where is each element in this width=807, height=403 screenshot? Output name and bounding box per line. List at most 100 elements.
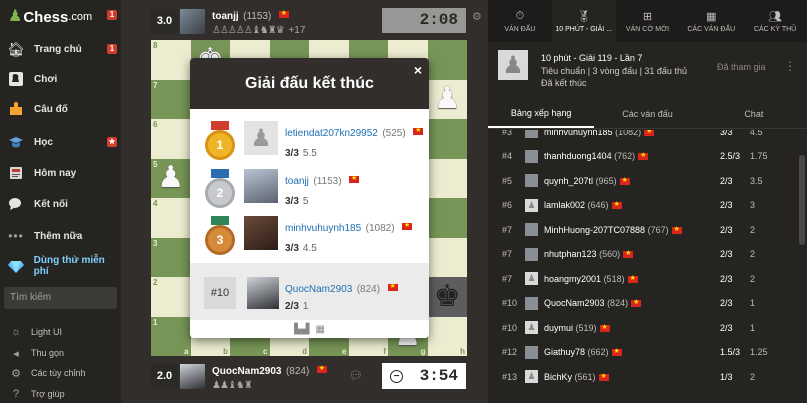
my-name[interactable]: QuocNam2903	[285, 284, 352, 295]
more-options-icon[interactable]: ⋮	[784, 59, 796, 73]
sidebar-item-learn[interactable]: Học ★	[0, 129, 121, 155]
plus-icon: ⊞	[642, 10, 653, 23]
standing-tiebreak: 2	[750, 371, 756, 382]
tab-tournament[interactable]: 🏅︎ 10 PHÚT - GIẢI ...	[551, 0, 616, 42]
light-ui-toggle[interactable]: ☼ Light UI	[0, 323, 121, 341]
standing-player[interactable]: MinhHuong-207TC07888 (767)	[544, 224, 682, 236]
sidebar-item-home[interactable]: 🏠︎ Trang chủ 1	[0, 36, 121, 62]
standings-row[interactable]: #4 thanhduong1404 (762) 2.5/3 1.75	[488, 145, 799, 168]
file-label: f	[383, 347, 386, 356]
sidebar-item-label: Dùng thử miễn phí	[33, 255, 105, 277]
standings-row[interactable]: #5 quynh_207tl (965) 2/3 3.5	[488, 169, 799, 192]
tab-chat[interactable]: Chat	[701, 99, 807, 128]
board-square[interactable]	[427, 158, 467, 198]
tab-game[interactable]: ⏱︎ VÁN ĐẤU	[488, 0, 552, 42]
sidebar-item-puzzles[interactable]: Câu đố	[0, 96, 121, 122]
board-square[interactable]: ♟	[427, 79, 468, 120]
tournament-title: 10 phút - Giải 119 - Lần 7	[541, 53, 643, 63]
board-square[interactable]: ♚	[427, 277, 468, 317]
standing-player[interactable]: nhutphan123 (560)	[544, 248, 634, 260]
standing-avatar	[525, 247, 538, 261]
board-icon[interactable]: ▦	[315, 324, 324, 335]
board-square[interactable]: 1a	[151, 316, 191, 356]
standings-row[interactable]: #3 minhvuhuynh185 (1082) 3/3 4.5	[488, 130, 799, 143]
podium-third-name[interactable]: minhvuhuynh185	[285, 223, 361, 234]
board-square[interactable]: 4	[151, 198, 191, 238]
tab-standings[interactable]: Bảng xếp hạng	[488, 99, 595, 128]
standing-player[interactable]: duymui (519)	[544, 322, 610, 334]
standings-row[interactable]: #7 nhutphan123 (560) 2/3 2	[488, 243, 799, 266]
standing-player[interactable]: quynh_207tl (965)	[544, 175, 630, 187]
standing-player[interactable]: Giathuy78 (662)	[544, 346, 622, 358]
standing-player[interactable]: BichKy (561)	[544, 371, 609, 383]
sidebar-item-play[interactable]: Chơi	[0, 66, 121, 92]
board-square[interactable]	[427, 198, 467, 238]
board-square[interactable]	[427, 119, 467, 159]
tab-games-list[interactable]: Các ván đấu	[594, 99, 700, 128]
standings-row[interactable]: #10 ♟ duymui (519) 2/3 1	[488, 316, 799, 339]
vietnam-flag-icon	[599, 322, 610, 334]
tab-label: 10 PHÚT - GIẢI ...	[555, 25, 613, 33]
board-square[interactable]: h	[427, 316, 467, 356]
chat-icon[interactable]: 💬︎	[349, 369, 363, 382]
white-pawn-piece[interactable]: ♟	[428, 80, 468, 120]
standing-tiebreak: 3.5	[750, 175, 763, 186]
standings-scrollbar[interactable]	[799, 155, 805, 245]
podium-icon[interactable]: ▙▟	[294, 324, 309, 335]
standing-player[interactable]: thanhduong1404 (762)	[544, 150, 649, 162]
podium-second-name[interactable]: toanjj	[285, 176, 309, 187]
tournament-status: Đã kết thúc	[541, 78, 587, 88]
standing-player[interactable]: QuocNam2903 (824)	[544, 297, 642, 309]
standings-row[interactable]: #7 ♟ hoangmy2001 (518) 2/3 2	[488, 267, 799, 290]
my-avatar	[247, 277, 279, 309]
podium-third: 3 minhvuhuynh185 (1082) 3/34.5	[190, 210, 429, 268]
board-square[interactable]	[427, 237, 467, 277]
collapse-toggle[interactable]: ◂ Thu gọn	[0, 344, 121, 362]
chess-com-logo[interactable]: ♟ Chess .com	[8, 6, 92, 28]
search-input[interactable]: Tìm kiếm	[4, 287, 117, 309]
standing-tiebreak: 2	[750, 273, 756, 284]
top-player-avatar[interactable]	[180, 8, 205, 34]
help-link[interactable]: ? Trợ giúp	[0, 385, 121, 403]
board-square[interactable]: 2	[151, 277, 191, 317]
podium-first-name[interactable]: letiendat207kn29952	[285, 128, 378, 139]
timer-icon: −	[390, 369, 403, 383]
bottom-player-avatar[interactable]	[180, 363, 205, 389]
bottom-player-name[interactable]: QuocNam2903	[212, 366, 281, 377]
sidebar-item-more[interactable]: ••• Thêm nữa	[0, 223, 121, 249]
sidebar-item-today[interactable]: Hôm nay	[0, 160, 121, 186]
standings-row[interactable]: #6 ♟ lamlak002 (646) 2/3 3	[488, 194, 799, 217]
standings-row[interactable]: #13 ♟ BichKy (561) 1/3 2	[488, 365, 799, 388]
board-square[interactable]: 5 ♟	[151, 158, 191, 199]
standing-player[interactable]: lamlak002 (646)	[544, 199, 622, 211]
white-pawn-piece[interactable]: ♟	[151, 159, 191, 199]
tab-games[interactable]: ▦ CÁC VÁN ĐẤU	[679, 0, 743, 42]
tab-players[interactable]: 👥︎ CÁC KỲ THỦ	[743, 0, 807, 42]
standings-row[interactable]: #10 QuocNam2903 (824) 2/3 1	[488, 292, 799, 315]
standings-row[interactable]: #7 MinhHuong-207TC07888 (767) 2/3 2	[488, 218, 799, 241]
board-square[interactable]: 3	[151, 237, 191, 277]
standing-player[interactable]: minhvuhuynh185 (1082)	[544, 130, 655, 138]
board-square[interactable]: 8	[151, 40, 191, 80]
top-player-name[interactable]: toanjj	[212, 11, 239, 22]
play-icon	[7, 70, 25, 88]
standing-score: 2/3	[720, 175, 733, 186]
tab-new-game[interactable]: ⊞ VÁN CỜ MỚI	[616, 0, 680, 42]
vietnam-flag-icon	[413, 125, 424, 137]
board-square[interactable]: 7	[151, 79, 191, 119]
sidebar-item-free-trial[interactable]: Dùng thử miễn phí	[0, 253, 121, 279]
settings-link[interactable]: ⚙ Các tùy chỉnh	[0, 364, 121, 382]
board-square[interactable]: 6	[151, 119, 191, 159]
vietnam-flag-icon	[644, 130, 655, 138]
home-badge: 1	[107, 44, 117, 54]
close-icon[interactable]: ×	[414, 62, 422, 78]
gear-icon[interactable]: ⚙	[472, 10, 482, 23]
black-king-piece[interactable]: ♚	[428, 277, 468, 317]
board-square[interactable]	[427, 40, 467, 80]
home-icon: 🏠︎	[7, 40, 25, 57]
standing-player[interactable]: hoangmy2001 (518)	[544, 273, 638, 285]
sidebar-item-social[interactable]: Kết nối	[0, 191, 121, 217]
standing-avatar: ♟	[525, 272, 538, 285]
standings-row[interactable]: #12 Giathuy78 (662) 1.5/3 1.25	[488, 341, 799, 364]
standing-avatar	[525, 149, 538, 163]
